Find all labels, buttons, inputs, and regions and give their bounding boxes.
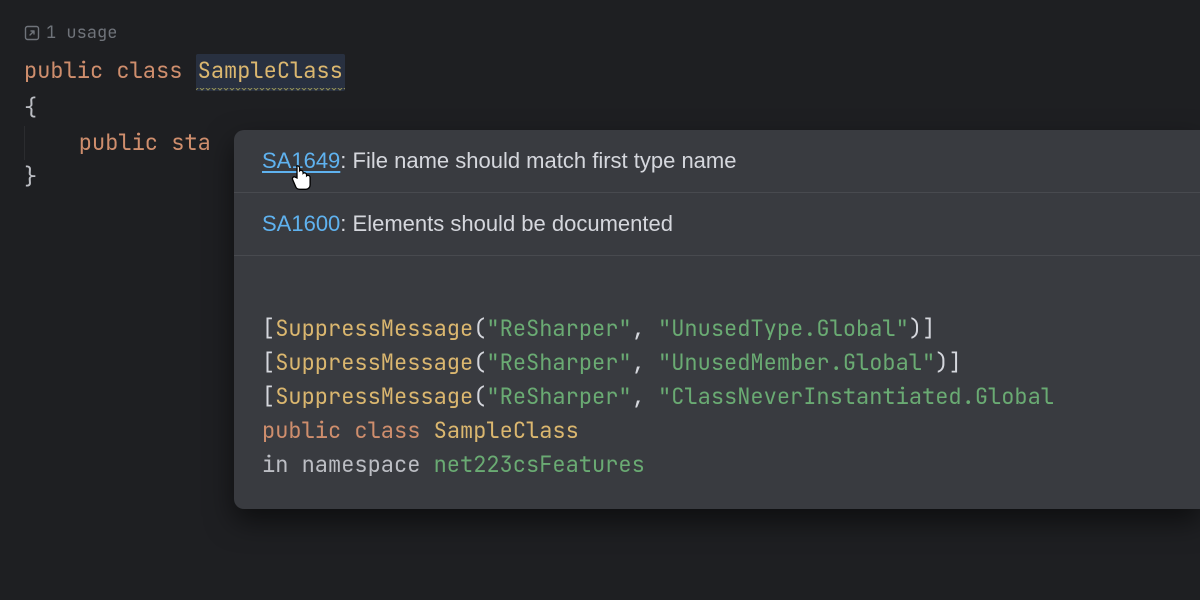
usage-hint[interactable]: 1 usage bbox=[24, 20, 1200, 46]
tooltip-code-block: [SuppressMessage("ReSharper", "UnusedTyp… bbox=[234, 256, 1200, 509]
keyword-public: public bbox=[262, 416, 341, 445]
colon: : bbox=[340, 148, 352, 173]
code-line[interactable]: public class SampleClass bbox=[24, 54, 1200, 91]
usage-icon bbox=[24, 25, 40, 41]
keyword-public: public bbox=[24, 56, 103, 85]
attr-arg: "ClassNeverInstantiated.Global bbox=[658, 382, 1054, 411]
diagnostic-row[interactable]: SA1600: Elements should be documented bbox=[234, 193, 1200, 255]
class-name-token: SampleClass bbox=[434, 416, 579, 445]
keyword-class: class bbox=[354, 416, 420, 445]
namespace-prefix: in namespace bbox=[262, 450, 420, 479]
diagnostic-id-link[interactable]: SA1649 bbox=[262, 148, 340, 173]
attr-name: SuppressMessage bbox=[275, 382, 473, 411]
attr-arg: "UnusedMember.Global" bbox=[658, 348, 935, 377]
usage-text: 1 usage bbox=[46, 20, 117, 46]
colon: : bbox=[340, 211, 352, 236]
diagnostic-message: File name should match first type name bbox=[353, 148, 737, 173]
diagnostic-message: Elements should be documented bbox=[353, 211, 673, 236]
attr-arg: "ReSharper" bbox=[486, 382, 631, 411]
diagnostic-row[interactable]: SA1649: File name should match first typ… bbox=[234, 130, 1200, 192]
class-name-token[interactable]: SampleClass bbox=[196, 54, 345, 91]
attr-arg: "ReSharper" bbox=[486, 348, 631, 377]
diagnostic-id: SA1600 bbox=[262, 211, 340, 236]
member-fragment: public sta bbox=[26, 128, 211, 157]
code-line[interactable]: { bbox=[24, 91, 1200, 125]
brace-open: { bbox=[24, 93, 37, 122]
attr-arg: "ReSharper" bbox=[486, 314, 631, 343]
namespace-name: net223csFeatures bbox=[434, 450, 645, 479]
attr-name: SuppressMessage bbox=[275, 314, 473, 343]
attr-arg: "UnusedType.Global" bbox=[658, 314, 909, 343]
keyword-class: class bbox=[116, 56, 182, 85]
brace-close: } bbox=[24, 162, 37, 191]
attr-name: SuppressMessage bbox=[275, 348, 473, 377]
diagnostic-tooltip: SA1649: File name should match first typ… bbox=[234, 130, 1200, 509]
